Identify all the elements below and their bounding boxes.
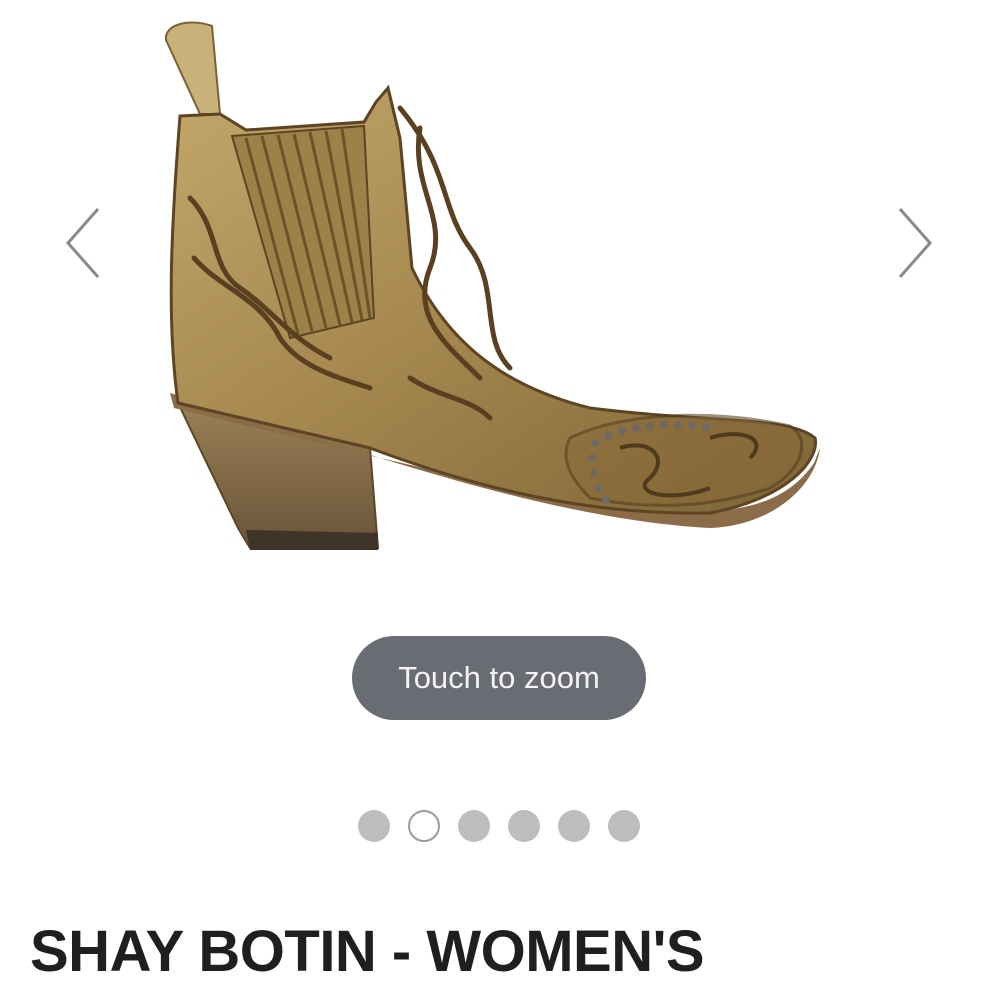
gallery-dot-5[interactable] <box>558 810 590 842</box>
product-image-boot[interactable] <box>150 18 830 578</box>
next-image-button[interactable] <box>884 198 944 288</box>
chevron-right-icon <box>898 208 933 278</box>
gallery-pagination <box>358 810 640 842</box>
gallery-dot-3[interactable] <box>458 810 490 842</box>
gallery-dot-6[interactable] <box>608 810 640 842</box>
product-image-gallery[interactable]: Touch to zoom <box>0 0 999 880</box>
chevron-left-icon <box>65 208 100 278</box>
previous-image-button[interactable] <box>54 198 114 288</box>
touch-to-zoom-button[interactable]: Touch to zoom <box>352 636 646 720</box>
product-title: SHAY BOTIN - WOMEN'S <box>30 919 705 984</box>
gallery-dot-2[interactable] <box>408 810 440 842</box>
gallery-dot-4[interactable] <box>508 810 540 842</box>
gallery-dot-1[interactable] <box>358 810 390 842</box>
